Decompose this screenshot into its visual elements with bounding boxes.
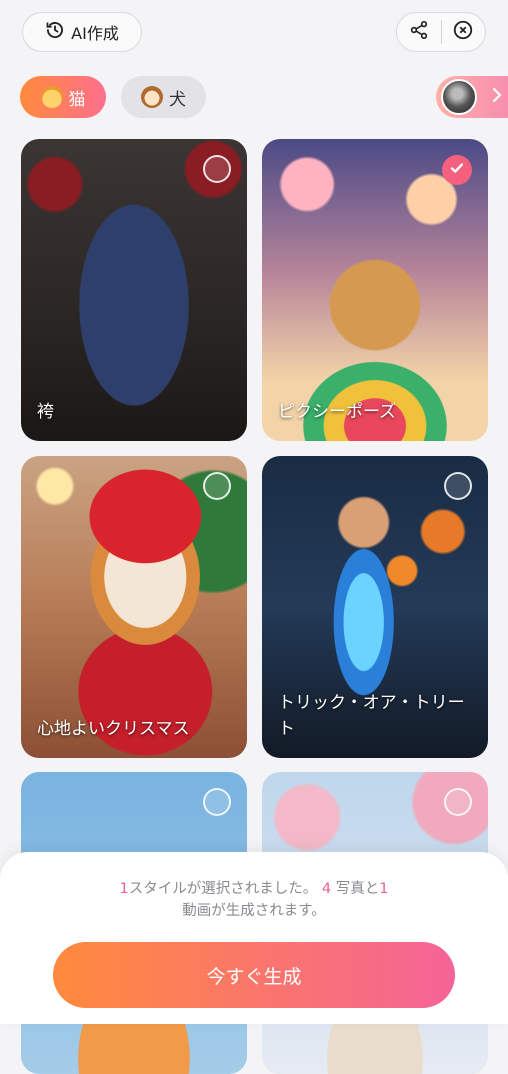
style-card-pixie-pose[interactable]: ピクシーポーズ: [262, 139, 488, 441]
ai-history-button[interactable]: AI作成: [22, 12, 142, 52]
style-card-cozy-christmas[interactable]: 心地よいクリスマス: [21, 456, 247, 758]
selection-summary: 1スタイルが選択されました。 4 写真と1 動画が生成されます。: [40, 878, 468, 922]
close-circle-icon: [452, 19, 474, 45]
select-circle[interactable]: [444, 472, 472, 500]
user-photo-selector[interactable]: [436, 76, 508, 118]
select-circle[interactable]: [203, 472, 231, 500]
top-bar: AI作成: [0, 0, 508, 70]
ai-history-label: AI作成: [71, 24, 119, 43]
style-card-hakama[interactable]: 袴: [21, 139, 247, 441]
history-icon: [45, 20, 65, 44]
dog-face-icon: [141, 86, 163, 108]
select-circle[interactable]: [444, 788, 472, 816]
tab-cat[interactable]: 猫: [20, 76, 106, 118]
avatar: [441, 79, 477, 115]
video-count: 1: [379, 881, 389, 897]
tab-dog[interactable]: 犬: [121, 76, 206, 118]
style-label: 袴: [37, 402, 54, 422]
style-text: スタイルが選択されました。: [128, 881, 318, 897]
tab-cat-label: 猫: [68, 89, 86, 110]
selected-check[interactable]: [442, 155, 472, 185]
close-button[interactable]: [441, 13, 485, 51]
style-label: ピクシーポーズ: [278, 402, 397, 422]
photo-count: 4: [321, 881, 332, 897]
style-label: 心地よいクリスマス: [37, 719, 190, 739]
style-card-trick-or-treat[interactable]: トリック・オア・トリート: [262, 456, 488, 758]
cat-face-icon: [40, 86, 63, 108]
photo-text: 写真と: [331, 881, 380, 897]
video-text: 動画が生成されます。: [182, 903, 326, 919]
chevron-right-icon: [491, 87, 503, 107]
select-circle[interactable]: [203, 155, 231, 183]
select-circle[interactable]: [203, 788, 231, 816]
style-count: 1: [119, 881, 129, 897]
share-icon: [409, 20, 429, 44]
tab-dog-label: 犬: [169, 89, 186, 110]
check-icon: [449, 160, 465, 180]
style-label: トリック・オア・トリート: [278, 693, 465, 739]
share-button[interactable]: [397, 13, 441, 51]
generate-now-button[interactable]: 今すぐ生成: [53, 942, 455, 1008]
header-actions: [396, 12, 486, 52]
